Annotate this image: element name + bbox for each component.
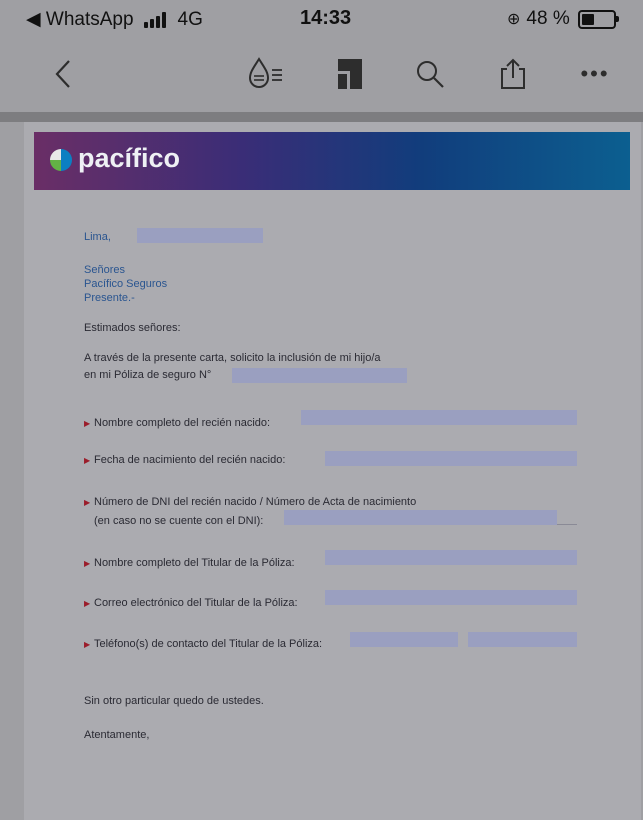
- clock: 14:33: [300, 7, 352, 29]
- holder-phone-field-2[interactable]: [468, 632, 577, 647]
- holder-email-label: Correo electrónico del Titular de la Pól…: [94, 597, 298, 609]
- network-type: 4G: [177, 8, 203, 30]
- newborn-name-field[interactable]: [301, 410, 577, 425]
- pdf-page[interactable]: pacífico Lima, Señores Pacífico Seguros …: [24, 122, 641, 820]
- bullet-icon: ▶: [84, 419, 91, 428]
- toolbar-divider: [0, 112, 643, 122]
- newborn-name-label: Nombre completo del recién nacido:: [94, 417, 271, 429]
- brand-banner: pacífico: [34, 132, 630, 190]
- newborn-birthdate-label: Fecha de nacimiento del recién nacido:: [94, 454, 286, 466]
- recipient-line-1: Señores: [84, 264, 125, 276]
- dni-label-line-2: (en caso no se cuente con el DNI):: [94, 515, 264, 527]
- holder-name-field[interactable]: [325, 550, 577, 565]
- bullet-icon: ▶: [84, 498, 91, 507]
- status-right: ⊕ 48 %: [507, 8, 619, 30]
- battery-icon: [577, 9, 619, 29]
- signoff-text: Atentamente,: [84, 729, 150, 741]
- city-label: Lima,: [84, 231, 111, 243]
- holder-name-label: Nombre completo del Titular de la Póliza…: [94, 557, 295, 569]
- holder-phone-label: Teléfono(s) de contacto del Titular de l…: [94, 638, 323, 650]
- more-icon[interactable]: •••: [575, 54, 615, 94]
- viewer-toolbar: •••: [0, 40, 643, 112]
- share-icon[interactable]: [493, 54, 533, 94]
- pacifico-logo-icon: [50, 149, 72, 171]
- recipient-line-2: Pacífico Seguros: [84, 278, 168, 290]
- brand-name: pacífico: [78, 143, 181, 173]
- bullet-icon: ▶: [84, 640, 91, 649]
- rotation-lock-icon: ⊕: [507, 11, 521, 28]
- back-to-whatsapp-link[interactable]: ◀ WhatsApp: [26, 8, 134, 31]
- policy-number-field[interactable]: [232, 368, 407, 383]
- ink-drop-icon[interactable]: [244, 54, 288, 94]
- battery-level: [581, 13, 595, 25]
- pdf-viewer-screen: ◀ WhatsApp 4G 14:33 ⊕ 48 % ••• pacífico …: [0, 0, 643, 820]
- newborn-birthdate-field[interactable]: [325, 451, 577, 466]
- bullet-icon: ▶: [84, 456, 91, 465]
- dni-label-line-1: Número de DNI del recién nacido / Número…: [94, 496, 417, 508]
- status-left: ◀ WhatsApp 4G: [26, 8, 203, 31]
- closing-text: Sin otro particular quedo de ustedes.: [84, 695, 264, 707]
- body-line-2: en mi Póliza de seguro N°: [84, 369, 212, 381]
- signal-icon: [143, 11, 166, 28]
- battery-percent: 48 %: [526, 8, 570, 29]
- search-icon[interactable]: [410, 54, 450, 94]
- back-icon[interactable]: [48, 54, 78, 94]
- holder-email-field[interactable]: [325, 590, 577, 605]
- greeting: Estimados señores:: [84, 322, 181, 334]
- field-underline: [557, 524, 577, 525]
- body-line-1: A través de la presente carta, solicito …: [84, 352, 381, 364]
- date-field[interactable]: [137, 228, 263, 243]
- status-bar: ◀ WhatsApp 4G 14:33 ⊕ 48 %: [0, 0, 643, 36]
- recipient-line-3: Presente.-: [84, 292, 135, 304]
- document-icon[interactable]: [330, 54, 370, 94]
- bullet-icon: ▶: [84, 559, 91, 568]
- holder-phone-field-1[interactable]: [350, 632, 458, 647]
- dni-field[interactable]: [284, 510, 557, 525]
- bullet-icon: ▶: [84, 599, 91, 608]
